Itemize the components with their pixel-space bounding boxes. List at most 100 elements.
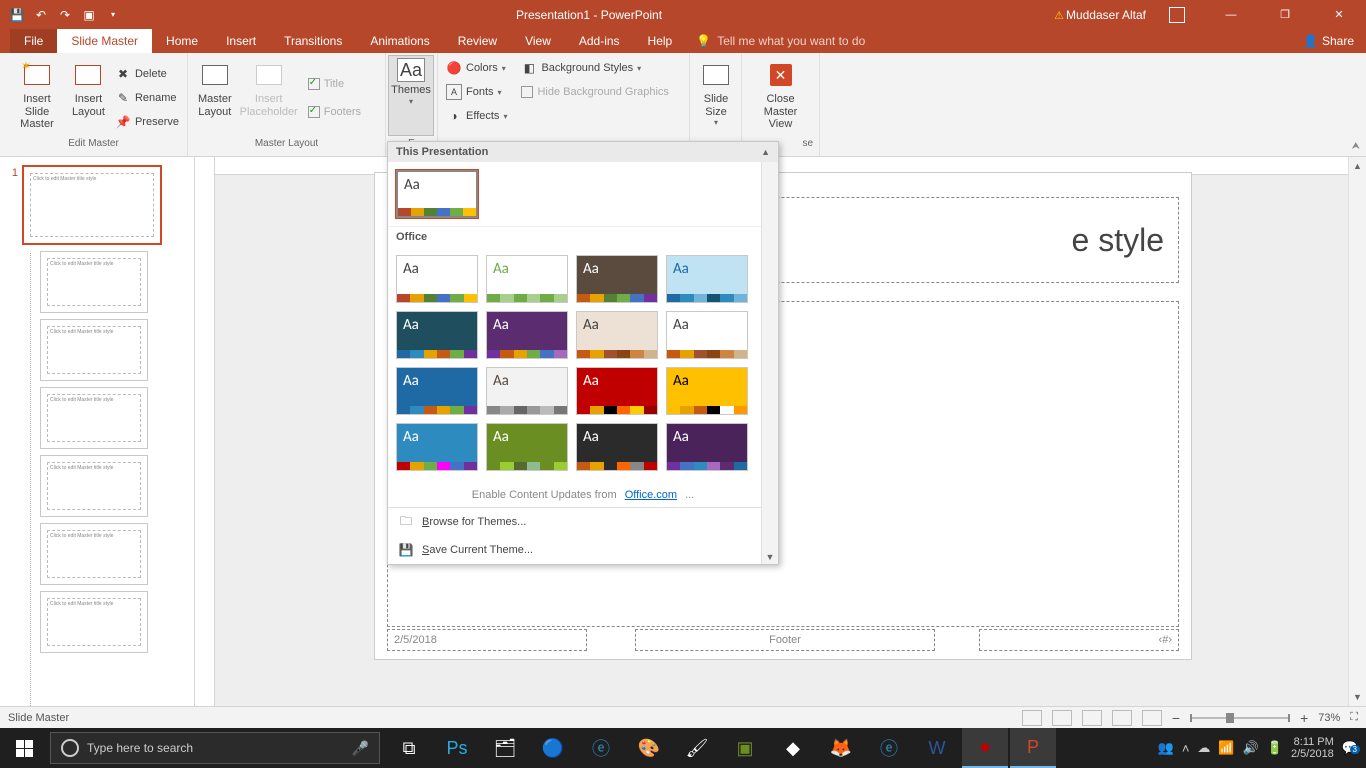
theme-tile[interactable]: Aa <box>396 170 478 218</box>
volume-icon[interactable]: 🔊 <box>1243 740 1259 756</box>
notes-button[interactable] <box>1022 710 1042 726</box>
reading-view-button[interactable] <box>1112 710 1132 726</box>
save-icon[interactable]: 💾 <box>6 4 28 26</box>
tab-transitions[interactable]: Transitions <box>270 29 356 53</box>
collapse-ribbon-icon[interactable]: ⮝ <box>1352 141 1361 152</box>
taskbar-app-photoshop[interactable]: Ps <box>434 728 480 768</box>
scroll-down-icon[interactable]: ▼ <box>1349 688 1366 706</box>
theme-tile[interactable]: Aa <box>576 255 658 303</box>
taskbar-app-paint3d[interactable]: 🎨 <box>626 728 672 768</box>
zoom-in-icon[interactable]: + <box>1300 710 1308 726</box>
enable-content-updates-link[interactable]: Enable Content Updates from Office.com..… <box>388 479 778 507</box>
taskbar-app-explorer[interactable]: 🗂 <box>482 728 528 768</box>
save-current-theme-button[interactable]: 💾Save Current Theme... <box>388 536 778 564</box>
tab-view[interactable]: View <box>511 29 565 53</box>
zoom-out-icon[interactable]: − <box>1172 710 1180 726</box>
start-from-beginning-icon[interactable]: ▣ <box>78 4 100 26</box>
taskbar-app-paint[interactable]: 🖌 <box>674 728 720 768</box>
theme-tile[interactable]: Aa <box>486 423 568 471</box>
tell-me-search[interactable]: 💡Tell me what you want to do <box>696 29 865 53</box>
slide-sorter-button[interactable] <box>1082 710 1102 726</box>
theme-tile[interactable]: Aa <box>396 423 478 471</box>
fonts-button[interactable]: AFonts▾ <box>444 81 509 103</box>
action-center-icon[interactable]: 💬 <box>1342 740 1358 756</box>
thumbnail-pane[interactable]: 1 Click to edit Master title style Click… <box>0 157 195 706</box>
taskbar-app-firefox[interactable]: 🦊 <box>818 728 864 768</box>
start-button[interactable] <box>0 728 48 768</box>
insert-slide-master-button[interactable]: Insert Slide Master <box>6 57 68 138</box>
themes-button[interactable]: Aa Themes ▾ <box>388 55 434 136</box>
theme-tile[interactable]: Aa <box>486 311 568 359</box>
tab-review[interactable]: Review <box>444 29 511 53</box>
undo-icon[interactable]: ↶ <box>30 4 52 26</box>
slideshow-button[interactable] <box>1142 710 1162 726</box>
master-layout-button[interactable]: Master Layout <box>194 57 236 138</box>
theme-tile[interactable]: Aa <box>666 255 748 303</box>
theme-tile[interactable]: Aa <box>396 255 478 303</box>
task-view-icon[interactable]: ⧉ <box>386 728 432 768</box>
gallery-scroll-up-icon[interactable]: ▲ <box>761 147 770 157</box>
tab-slide-master[interactable]: Slide Master <box>57 29 152 53</box>
preserve-button[interactable]: 📌Preserve <box>113 111 181 133</box>
close-button[interactable]: ✕ <box>1316 0 1362 29</box>
tab-help[interactable]: Help <box>634 29 687 53</box>
scroll-up-icon[interactable]: ▲ <box>1349 157 1366 175</box>
tab-insert[interactable]: Insert <box>212 29 270 53</box>
theme-tile[interactable]: Aa <box>396 311 478 359</box>
tab-home[interactable]: Home <box>152 29 212 53</box>
background-styles-button[interactable]: ◧Background Styles▾ <box>519 57 670 79</box>
gallery-scrollbar[interactable]: ▼ <box>761 162 778 564</box>
date-placeholder[interactable]: 2/5/2018 <box>387 629 587 651</box>
zoom-slider[interactable] <box>1190 717 1290 719</box>
normal-view-button[interactable] <box>1052 710 1072 726</box>
slide-size-button[interactable]: Slide Size▾ <box>696 57 736 138</box>
effects-button[interactable]: ◑Effects▾ <box>444 105 509 127</box>
theme-tile[interactable]: Aa <box>396 367 478 415</box>
colors-button[interactable]: 🔴Colors▾ <box>444 57 509 79</box>
taskbar-app-edge[interactable]: ⓔ <box>866 728 912 768</box>
browse-for-themes-button[interactable]: 🗀Browse for Themes... <box>388 508 778 536</box>
rename-button[interactable]: ✎Rename <box>113 87 181 109</box>
taskbar-search[interactable]: Type here to search 🎤 <box>50 732 380 764</box>
layout-thumbnail[interactable]: Click to edit Master title style <box>40 251 148 313</box>
close-master-view-button[interactable]: ✕ Close Master View <box>748 57 813 138</box>
people-icon[interactable]: 👥 <box>1158 740 1174 756</box>
taskbar-app-powerpoint[interactable]: P <box>1010 728 1056 768</box>
insert-layout-button[interactable]: Insert Layout <box>68 57 109 138</box>
theme-tile[interactable]: Aa <box>666 423 748 471</box>
theme-tile[interactable]: Aa <box>666 311 748 359</box>
tab-animations[interactable]: Animations <box>356 29 443 53</box>
tab-addins[interactable]: Add-ins <box>565 29 634 53</box>
zoom-level[interactable]: 73% <box>1318 712 1340 724</box>
theme-tile[interactable]: Aa <box>576 423 658 471</box>
slide-number-placeholder[interactable]: ‹#› <box>979 629 1179 651</box>
taskbar-app-wondershare[interactable]: ◆ <box>770 728 816 768</box>
theme-tile[interactable]: Aa <box>486 255 568 303</box>
taskbar-clock[interactable]: 8:11 PM2/5/2018 <box>1291 736 1334 760</box>
taskbar-app-recorder[interactable]: ⏺ <box>962 728 1008 768</box>
tray-overflow-icon[interactable]: ˄ <box>1182 741 1190 756</box>
taskbar-app-camtasia[interactable]: ▣ <box>722 728 768 768</box>
redo-icon[interactable]: ↷ <box>54 4 76 26</box>
qat-customize-icon[interactable]: ▾ <box>102 4 124 26</box>
vertical-scrollbar[interactable]: ▲ ▼ <box>1348 157 1366 706</box>
fit-to-window-icon[interactable]: ⛶ <box>1350 711 1358 724</box>
wifi-icon[interactable]: 📶 <box>1218 740 1234 756</box>
minimize-button[interactable]: — <box>1208 0 1254 29</box>
layout-thumbnail[interactable]: Click to edit Master title style <box>40 523 148 585</box>
gallery-scroll-down-icon[interactable]: ▼ <box>762 552 778 562</box>
master-thumbnail[interactable]: Click to edit Master title style <box>22 165 162 245</box>
layout-thumbnail[interactable]: Click to edit Master title style <box>40 455 148 517</box>
user-name[interactable]: ⚠Muddaser Altaf <box>1054 8 1146 22</box>
layout-thumbnail[interactable]: Click to edit Master title style <box>40 319 148 381</box>
taskbar-app-ie[interactable]: ⓔ <box>578 728 624 768</box>
theme-tile[interactable]: Aa <box>666 367 748 415</box>
theme-tile[interactable]: Aa <box>486 367 568 415</box>
theme-tile[interactable]: Aa <box>576 311 658 359</box>
share-button[interactable]: 👤Share <box>1291 29 1366 53</box>
mic-icon[interactable]: 🎤 <box>352 740 369 757</box>
delete-button[interactable]: ✖Delete <box>113 63 181 85</box>
footer-placeholder[interactable]: Footer <box>635 629 935 651</box>
layout-thumbnail[interactable]: Click to edit Master title style <box>40 591 148 653</box>
ribbon-display-options-icon[interactable] <box>1154 0 1200 29</box>
